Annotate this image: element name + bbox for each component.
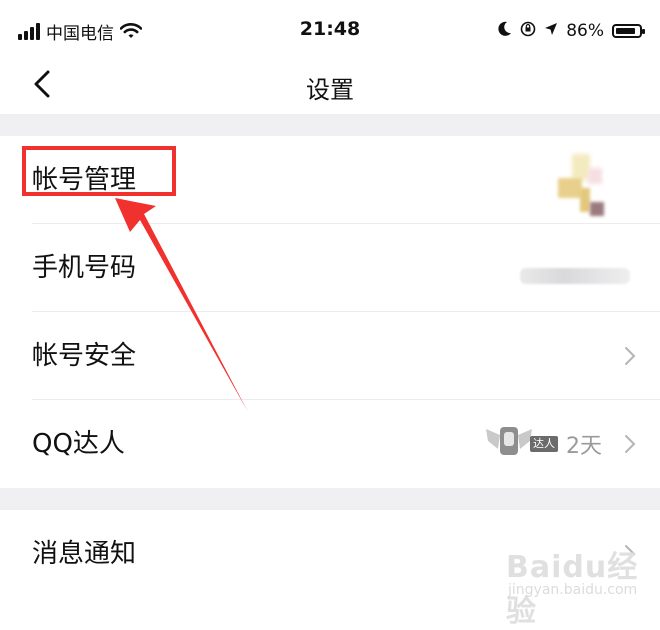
qq-expert-badge: 达人	[484, 423, 560, 459]
chevron-right-icon	[624, 434, 636, 458]
chevron-right-icon	[624, 346, 636, 370]
location-icon	[544, 21, 558, 41]
notifications-label: 消息通知	[32, 539, 137, 569]
settings-row-account-security[interactable]: 帐号安全	[0, 312, 660, 400]
page-title: 设置	[306, 76, 354, 104]
winged-badge-icon	[486, 427, 532, 455]
battery-percent: 86%	[566, 21, 604, 41]
phone-number-label: 手机号码	[32, 253, 137, 283]
status-right: 86%	[498, 18, 645, 44]
baidu-watermark: Baidu经验 jingyan.baidu.com	[506, 540, 656, 629]
navigation-bar: 设置	[0, 62, 660, 114]
section-separator	[0, 488, 660, 510]
highlight-box	[22, 146, 176, 196]
account-security-label: 帐号安全	[32, 341, 137, 371]
watermark-url: jingyan.baidu.com	[508, 582, 638, 598]
avatar	[552, 148, 614, 222]
qq-expert-badge-text: 达人	[530, 436, 558, 452]
qq-expert-days: 2天	[566, 434, 602, 459]
settings-row-qq-expert[interactable]: QQ达人	[0, 400, 660, 488]
orientation-lock-icon	[520, 21, 536, 42]
battery-icon	[612, 24, 645, 38]
phone-number-value-blurred	[520, 268, 630, 284]
moon-icon	[498, 21, 512, 42]
section-separator	[0, 114, 660, 136]
qq-expert-label: QQ达人	[32, 429, 125, 459]
status-bar: 中国电信 21:48 86%	[0, 0, 660, 62]
